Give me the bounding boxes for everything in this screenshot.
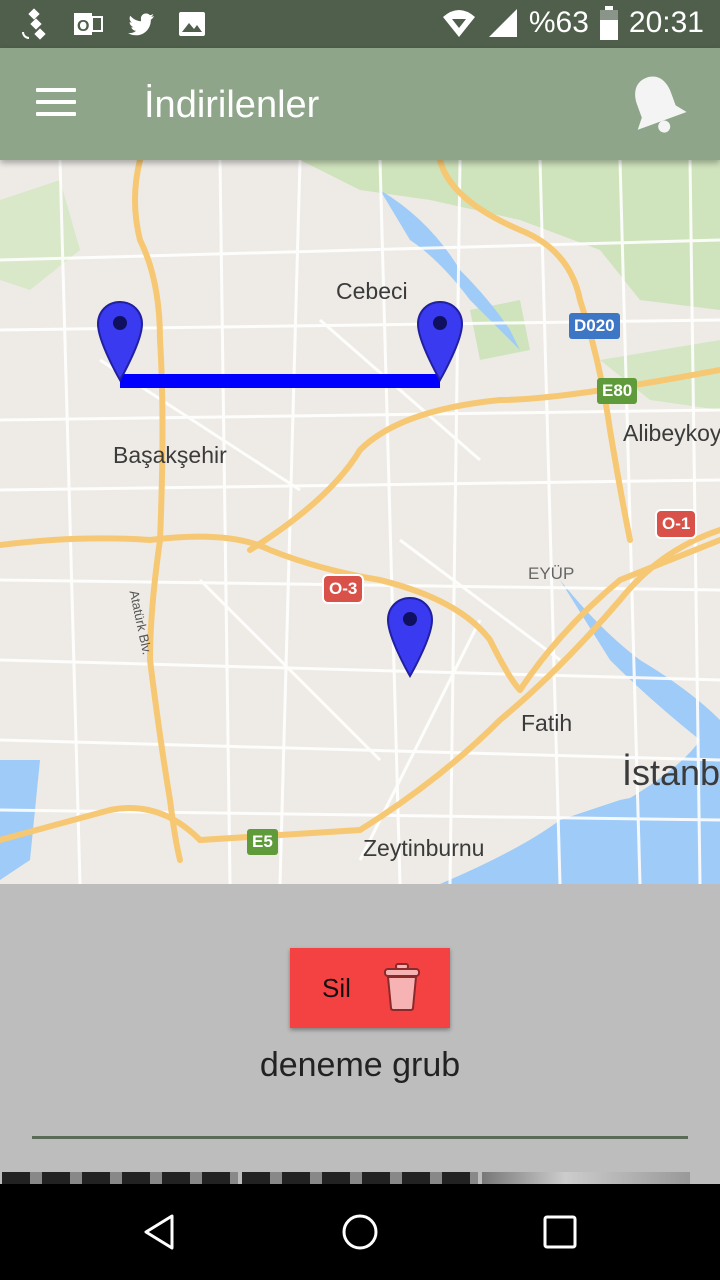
divider: [32, 1136, 688, 1139]
road-shield-e5: E5: [247, 829, 278, 855]
map-marker-2[interactable]: [416, 300, 464, 384]
group-panel: Sil deneme grub: [0, 884, 720, 1184]
road-shield-d020: D020: [569, 313, 620, 339]
system-status: %63 20:31: [441, 6, 704, 40]
map-label-basaksehir: Başakşehir: [113, 442, 227, 468]
navigation-bar: [0, 1184, 720, 1280]
map-marker-3[interactable]: [386, 596, 434, 680]
app-bar: İndirilenler: [0, 48, 720, 160]
notification-icons: O: [20, 8, 208, 40]
delete-button[interactable]: Sil: [290, 948, 450, 1028]
map-label-eyup: EYÜP: [528, 564, 575, 583]
satellite-icon: [22, 8, 46, 40]
map-marker-1[interactable]: [96, 300, 144, 384]
map-background: [0, 160, 720, 884]
gallery-icon: [179, 12, 205, 36]
delete-button-label: Sil: [322, 972, 351, 1003]
outlook-icon: O: [74, 13, 103, 35]
back-icon[interactable]: [140, 1212, 180, 1252]
recents-icon[interactable]: [540, 1212, 580, 1252]
bell-icon[interactable]: [624, 70, 688, 138]
map-label-zeytinburnu: Zeytinburnu: [363, 835, 485, 861]
road-shield-o1: O-1: [655, 509, 698, 539]
signal-icon: [488, 9, 517, 37]
trash-icon: [384, 963, 420, 1011]
clock: 20:31: [628, 6, 704, 39]
wifi-icon: [442, 10, 475, 37]
battery-icon: [599, 6, 618, 40]
map-label-istanbul: İstanb: [622, 752, 720, 793]
battery-percent: %63: [528, 6, 589, 39]
map-label-cebeci: Cebeci: [336, 278, 408, 304]
road-shield-e80: E80: [597, 378, 638, 404]
road-shield-o3: O-3: [322, 574, 365, 604]
map-label-alibeykoy: Alibeykoy: [623, 420, 720, 446]
svg-text:O: O: [77, 18, 89, 35]
map-label-fatih: Fatih: [521, 710, 573, 736]
page-title: İndirilenler: [144, 84, 320, 126]
twitter-icon: [128, 13, 154, 36]
group-name: deneme grub: [259, 1046, 461, 1084]
hamburger-menu-icon[interactable]: [36, 88, 76, 118]
home-icon[interactable]: [340, 1212, 380, 1252]
map-view[interactable]: Cebeci Başakşehir Alibeykoy EYÜP Fatih İ…: [0, 160, 720, 884]
status-bar: O %63 20:31: [0, 0, 720, 48]
